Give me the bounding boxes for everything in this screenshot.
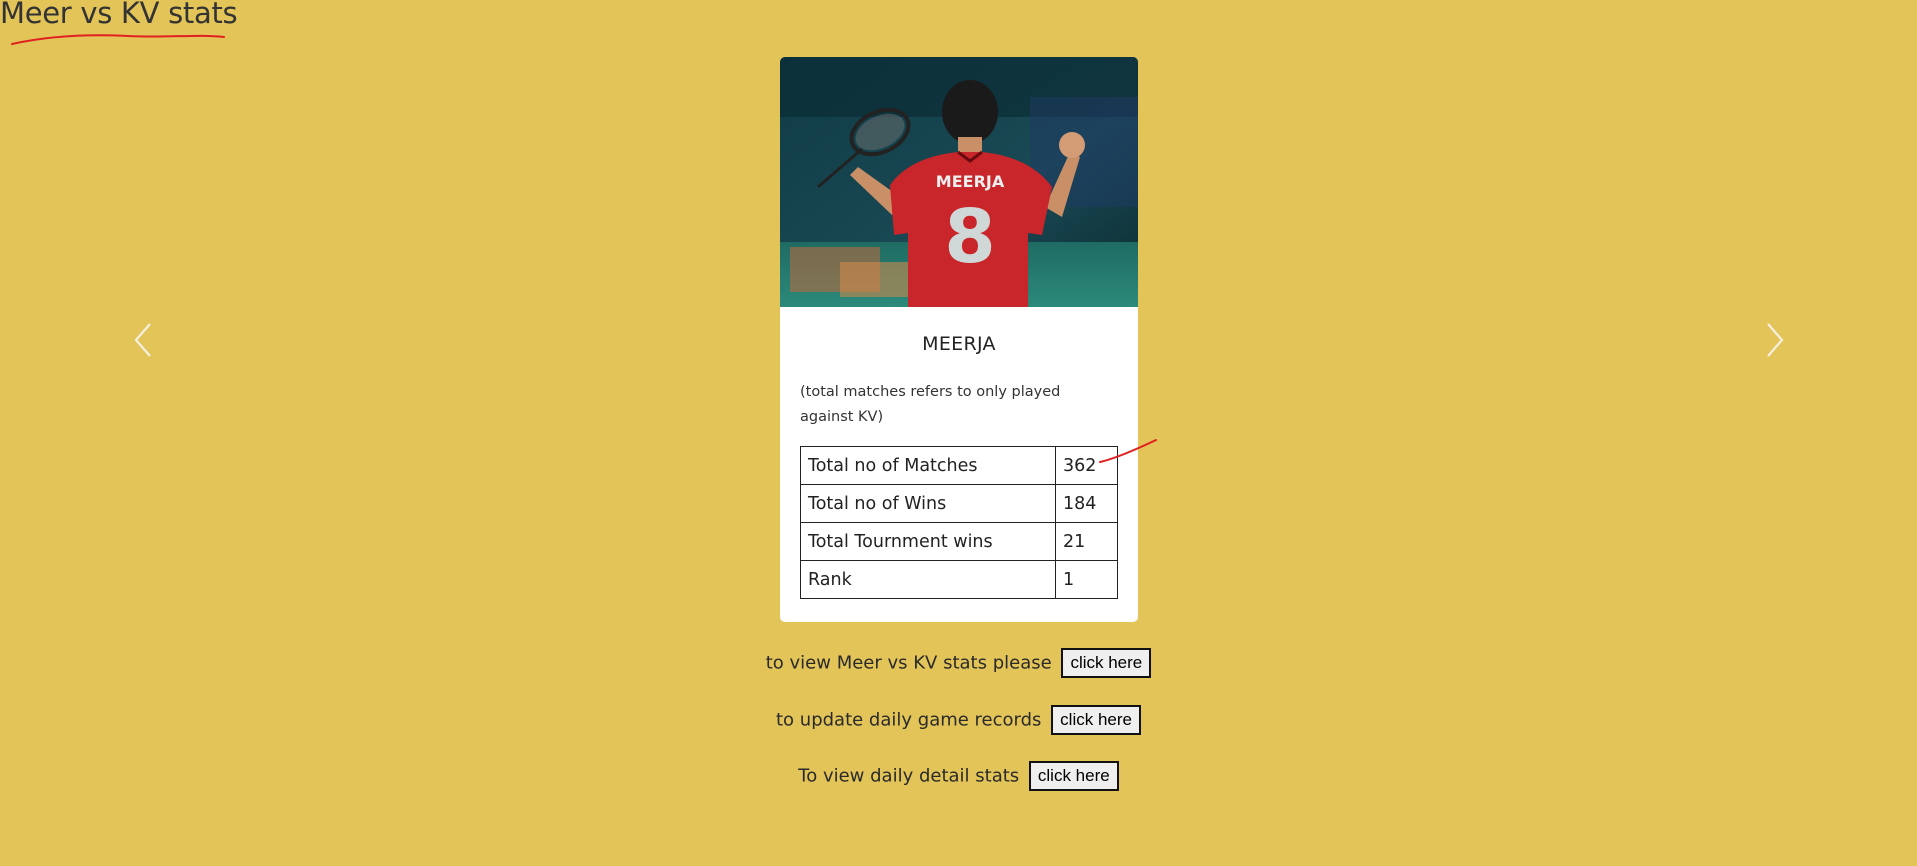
jersey-number: 8: [944, 194, 996, 280]
stat-label: Rank: [800, 560, 1056, 599]
annotation-stroke: [1099, 439, 1157, 463]
table-row: Total no of Matches 362: [800, 446, 1118, 485]
update-daily-records-button[interactable]: click here: [1051, 705, 1141, 735]
table-row: Rank 1: [800, 560, 1118, 599]
stat-value: 184: [1055, 484, 1118, 523]
action-text: To view daily detail stats: [798, 765, 1020, 787]
player-photo: MEERJA 8: [780, 57, 1138, 307]
view-meer-vs-kv-stats-button[interactable]: click here: [1061, 648, 1152, 678]
action-row-meer-vs-kv: to view Meer vs KV stats please click he…: [0, 648, 1917, 678]
stats-table: Total no of Matches 362 Total no of Wins…: [800, 446, 1118, 599]
action-text: to view Meer vs KV stats please: [765, 652, 1052, 674]
action-text: to update daily game records: [776, 709, 1042, 731]
stats-note: (total matches refers to only played aga…: [800, 384, 1061, 425]
stat-value: 1: [1055, 560, 1118, 599]
chevron-right-icon: [1767, 323, 1784, 357]
jersey-name: MEERJA: [936, 172, 1005, 191]
table-row: Total Tournment wins 21: [800, 522, 1118, 561]
stat-label: Total Tournment wins: [800, 522, 1056, 561]
carousel-prev-button[interactable]: [128, 320, 158, 360]
stat-label: Total no of Wins: [800, 484, 1056, 523]
stat-value: 21: [1055, 522, 1118, 561]
page-title: Meer vs KV stats: [0, 0, 238, 30]
action-row-update-records: to update daily game records click here: [0, 705, 1917, 735]
action-row-daily-stats: To view daily detail stats click here: [0, 761, 1917, 791]
player-card: MEERJA 8 MEERJA (total matches refers to…: [780, 57, 1138, 622]
annotation-underline: [11, 34, 225, 45]
view-daily-detail-stats-button[interactable]: click here: [1028, 761, 1119, 791]
player-name: MEERJA: [922, 333, 996, 355]
chevron-left-icon: [134, 323, 151, 357]
carousel-next-button[interactable]: [1760, 320, 1790, 360]
stat-label: Total no of Matches: [800, 446, 1056, 485]
table-row: Total no of Wins 184: [800, 484, 1118, 523]
